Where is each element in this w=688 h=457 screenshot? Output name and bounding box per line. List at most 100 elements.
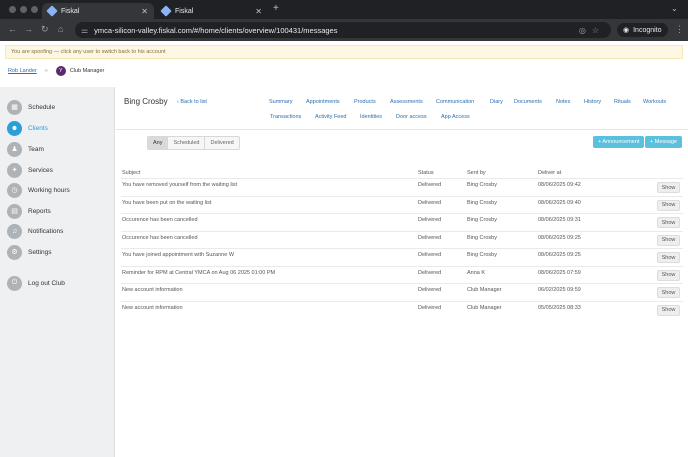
window-minimize-control[interactable] <box>20 6 27 13</box>
user-link[interactable]: Rob Lander <box>8 68 37 74</box>
tab-communication[interactable]: Communication <box>436 99 474 105</box>
tab-products[interactable]: Products <box>354 99 376 105</box>
cell-sent-by: Bing Crosby <box>467 234 497 241</box>
sidebar-item-label: Clients <box>28 124 48 132</box>
show-button[interactable]: Show <box>657 287 680 298</box>
sidebar-item-schedule[interactable]: ▦ Schedule <box>7 99 55 115</box>
cell-deliver-at: 08/06/2025 09:31 <box>538 217 581 223</box>
new-tab-button[interactable]: + <box>273 3 279 14</box>
back-to-list-link[interactable]: ‹ Back to list <box>177 99 207 105</box>
column-header-deliver-at: Deliver at <box>538 170 562 176</box>
browser-tab[interactable]: Fiskal ✕ <box>156 3 268 19</box>
cell-deliver-at: 08/06/2025 09:40 <box>538 199 581 206</box>
cell-deliver-at: 08/06/2025 09:42 <box>538 182 581 188</box>
reload-icon[interactable]: ↻ <box>41 24 49 35</box>
sidebar-item-log-out[interactable]: ⏻ Log out Club <box>7 275 65 291</box>
browser-toolbar: ← → ↻ ⌂ ⚌ ymca-silicon-valley.fiskal.com… <box>0 19 688 41</box>
browser-tab-active[interactable]: Fiskal ✕ <box>42 3 154 19</box>
column-header-sent-by: Sent by <box>467 170 486 176</box>
browser-tab-strip: Fiskal ✕ Fiskal ✕ + ⌄ <box>0 0 688 19</box>
cell-subject: New account information <box>122 304 183 311</box>
cell-subject: Reminder for RPM at Central YMCA on Aug … <box>122 269 276 276</box>
show-button[interactable]: Show <box>657 199 680 211</box>
more-menu-icon[interactable]: ⋮ <box>675 24 684 35</box>
window-zoom-control[interactable] <box>31 6 38 13</box>
spoofing-banner[interactable]: You are spoofing — click any user to swi… <box>5 45 683 59</box>
table-row: You have been put on the waiting list Del… <box>121 195 683 214</box>
tab-summary[interactable]: Summary <box>269 99 293 105</box>
sidebar-item-working-hours[interactable]: ◷ Working hours <box>7 182 70 198</box>
forward-arrow-icon[interactable]: → <box>24 24 33 34</box>
cell-status: Delivered <box>418 199 442 206</box>
filter-delivered[interactable]: Delivered <box>205 137 239 149</box>
show-button[interactable]: Show <box>657 217 680 228</box>
show-button[interactable]: Show <box>657 269 680 281</box>
incognito-indicator[interactable]: ◉ Incognito <box>617 23 668 37</box>
table-row: Occurence has been cancelled Delivered Bin… <box>121 230 683 249</box>
close-icon[interactable]: ✕ <box>141 7 148 16</box>
tab-notes[interactable]: Notes <box>556 99 570 105</box>
table-row: New account information Delivered Club Man… <box>121 300 683 319</box>
sidebar-item-notifications[interactable]: ♫ Notifications <box>7 223 63 239</box>
cell-deliver-at: 05/05/2025 08:33 <box>538 304 581 311</box>
cell-status: Delivered <box>418 304 442 311</box>
column-header-status: Status <box>418 170 434 176</box>
sidebar-item-reports[interactable]: ▤ Reports <box>7 203 51 219</box>
table-row: You have removed yourself from the waiti… <box>121 178 683 196</box>
client-name: Bing Crosby <box>124 97 168 106</box>
star-icon[interactable]: ☆ <box>592 26 605 35</box>
tab-documents[interactable]: Documents <box>514 99 542 105</box>
table-row: New account information Delivered Club Man… <box>121 283 683 301</box>
incognito-label: Incognito <box>633 26 662 34</box>
filter-scheduled[interactable]: Scheduled <box>168 137 206 149</box>
cell-status: Delivered <box>418 217 442 223</box>
cell-status: Delivered <box>418 182 442 188</box>
tab-activity-feed[interactable]: Activity Feed <box>315 114 346 120</box>
close-icon[interactable]: ✕ <box>255 7 262 16</box>
calendar-icon: ▦ <box>7 99 22 115</box>
tab-diary[interactable]: Diary <box>490 99 503 105</box>
home-icon[interactable]: ⌂ <box>58 24 63 34</box>
cell-deliver-at: 06/02/2025 09:59 <box>538 287 581 293</box>
tab-rituals[interactable]: Rituals <box>614 99 631 105</box>
show-button[interactable]: Show <box>657 304 680 316</box>
power-icon: ⏻ <box>7 275 22 291</box>
address-bar[interactable]: ⚌ ymca-silicon-valley.fiskal.com/#/home/… <box>75 22 611 38</box>
show-button[interactable]: Show <box>657 182 680 193</box>
tab-assessments[interactable]: Assessments <box>390 99 423 105</box>
tab-search-icon[interactable]: ⌄ <box>671 4 678 13</box>
tab-history[interactable]: History <box>584 99 601 105</box>
cell-sent-by: Club Manager <box>467 304 502 311</box>
tab-app-access[interactable]: App Access <box>441 114 470 120</box>
header-divider <box>116 129 688 130</box>
table-row: You have joined appointment with Suzanne… <box>121 248 683 266</box>
club-logo-icon: Y <box>55 66 66 76</box>
cell-deliver-at: 08/06/2025 09:25 <box>538 252 581 258</box>
add-message-button[interactable]: + Message <box>645 136 683 148</box>
back-arrow-icon[interactable]: ← <box>8 24 17 34</box>
sidebar-item-services[interactable]: ✦ Services <box>7 162 53 178</box>
table-row: Occurence has been cancelled Delivered Bin… <box>121 213 683 231</box>
eye-off-icon[interactable]: ◎ <box>579 26 592 35</box>
cell-subject: New account information <box>122 287 183 293</box>
sidebar-item-settings[interactable]: ⚙ Settings <box>7 244 52 260</box>
sidebar-item-clients[interactable]: ☻ Clients <box>7 120 48 136</box>
show-button[interactable]: Show <box>657 252 680 263</box>
site-info-icon[interactable]: ⚌ <box>81 26 88 35</box>
sidebar-item-team[interactable]: ♟ Team <box>7 141 44 157</box>
show-button[interactable]: Show <box>657 234 680 246</box>
services-icon: ✦ <box>7 162 22 178</box>
team-icon: ♟ <box>7 141 22 157</box>
sidebar-item-label: Schedule <box>28 103 56 111</box>
cell-deliver-at: 08/06/2025 09:25 <box>538 234 581 241</box>
tab-door-access[interactable]: Door access <box>396 114 427 120</box>
filter-any[interactable]: Any <box>148 137 169 149</box>
add-announcement-button[interactable]: + Announcement <box>593 136 645 148</box>
sidebar-item-label: Settings <box>28 248 52 256</box>
window-close-control[interactable] <box>9 6 16 13</box>
tab-appointments[interactable]: Appointments <box>306 99 340 105</box>
tab-workouts[interactable]: Workouts <box>643 99 666 105</box>
spoofing-banner-text: You are spoofing — click any user to swi… <box>11 49 166 55</box>
tab-identities[interactable]: Identities <box>360 114 382 120</box>
tab-transactions[interactable]: Transactions <box>270 114 301 120</box>
